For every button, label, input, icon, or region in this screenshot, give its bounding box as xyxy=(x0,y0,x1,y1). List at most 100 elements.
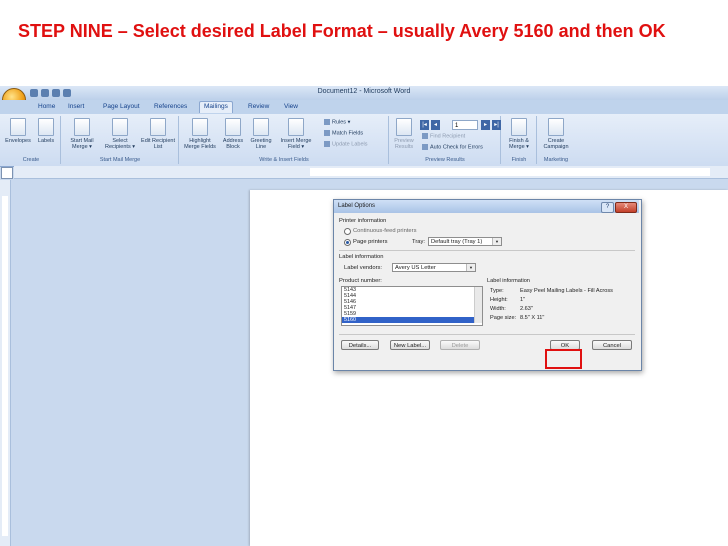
greeting-icon xyxy=(253,118,269,136)
printer-info-heading: Printer information xyxy=(339,218,387,224)
select-recipients-label: Select Recipients ▾ xyxy=(105,138,135,150)
next-record-icon[interactable]: ▸ xyxy=(481,120,490,130)
finish-merge-button[interactable]: Finish & Merge ▾ xyxy=(504,118,534,150)
edit-recipient-list-button[interactable]: Edit Recipient List xyxy=(140,118,176,150)
tab-view[interactable]: View xyxy=(284,103,298,110)
record-navigator: |◂ ◂ 1 ▸ ▸| xyxy=(420,120,501,132)
insert-merge-field-button[interactable]: Insert Merge Field ▾ xyxy=(276,118,316,150)
edit-list-icon xyxy=(150,118,166,136)
list-item-selected[interactable]: 5160 xyxy=(342,317,482,323)
record-number-field[interactable]: 1 xyxy=(452,120,478,130)
tab-insert[interactable]: Insert xyxy=(68,103,84,110)
type-value: Easy Peel Mailing Labels - Fill Across xyxy=(520,288,613,294)
edit-recipient-list-label: Edit Recipient List xyxy=(141,138,175,150)
ruler-margin xyxy=(2,196,8,536)
group-label: Preview Results xyxy=(425,157,465,163)
update-labels-label: Update Labels xyxy=(332,141,368,148)
match-fields-button[interactable]: Match Fields xyxy=(324,130,363,136)
check-errors-icon xyxy=(422,144,428,150)
tab-mailings[interactable]: Mailings xyxy=(199,101,233,113)
insert-merge-field-label: Insert Merge Field ▾ xyxy=(280,138,312,150)
dialog-title-bar: Label Options ? X xyxy=(334,200,639,213)
rules-button[interactable]: Rules ▾ xyxy=(324,119,350,125)
label-vendors-label: Label vendors: xyxy=(344,265,383,271)
labels-button[interactable]: Labels xyxy=(34,118,58,144)
tab-selector[interactable] xyxy=(1,167,13,179)
redo-icon[interactable] xyxy=(52,89,60,97)
continuous-label: Continuous-feed printers xyxy=(353,228,417,234)
page-size-label: Page size: xyxy=(490,315,517,321)
megaphone-icon xyxy=(548,118,564,136)
rules-icon xyxy=(324,119,330,125)
preview-results-button[interactable]: Preview Results xyxy=(390,118,418,150)
save-icon[interactable] xyxy=(30,89,38,97)
tab-review[interactable]: Review xyxy=(248,103,269,110)
title-bar: Document12 - Microsoft Word xyxy=(0,86,728,100)
labels-icon xyxy=(38,118,54,136)
find-recipient-label: Find Recipient xyxy=(430,133,466,140)
create-campaign-label: Create Campaign xyxy=(543,138,569,150)
tab-home[interactable]: Home xyxy=(38,103,55,110)
product-number-list[interactable]: 5143 5144 5146 5147 5159 5160 xyxy=(341,286,483,326)
type-label: Type: xyxy=(490,288,504,294)
divider xyxy=(339,334,635,335)
create-campaign-button[interactable]: Create Campaign xyxy=(540,118,572,150)
last-record-icon[interactable]: ▸| xyxy=(492,120,501,130)
address-block-button[interactable]: Address Block xyxy=(220,118,246,150)
update-labels-button[interactable]: Update Labels xyxy=(324,141,367,147)
undo-icon[interactable] xyxy=(41,89,49,97)
delete-button[interactable]: Delete xyxy=(440,340,480,350)
continuous-radio[interactable] xyxy=(344,228,351,235)
address-block-label: Address Block xyxy=(222,138,244,150)
vertical-ruler[interactable] xyxy=(0,180,11,546)
new-label-button[interactable]: New Label... xyxy=(390,340,430,350)
ribbon-tabs: Home Insert Page Layout References Maili… xyxy=(0,100,728,114)
envelopes-label: Envelopes xyxy=(5,138,31,144)
previous-record-icon[interactable]: ◂ xyxy=(431,120,440,130)
spelling-icon[interactable] xyxy=(63,89,71,97)
auto-check-button[interactable]: Auto Check for Errors xyxy=(422,144,483,150)
marketing-group: Create Campaign Marketing xyxy=(538,116,574,164)
highlight-icon xyxy=(192,118,208,136)
tab-page-layout[interactable]: Page Layout xyxy=(103,103,140,110)
finish-merge-label: Finish & Merge ▾ xyxy=(509,138,529,150)
page-printers-radio[interactable] xyxy=(344,239,351,246)
ribbon: Envelopes Labels Create Start Mail Merge… xyxy=(0,114,728,167)
document-icon xyxy=(74,118,90,136)
find-recipient-button[interactable]: Find Recipient xyxy=(422,133,465,139)
select-recipients-button[interactable]: Select Recipients ▾ xyxy=(102,118,138,150)
group-label: Create xyxy=(22,157,40,163)
product-number-label: Product number: xyxy=(339,278,382,284)
highlight-merge-fields-button[interactable]: Highlight Merge Fields xyxy=(182,118,218,150)
address-block-icon xyxy=(225,118,241,136)
close-icon[interactable]: X xyxy=(615,202,637,213)
ruler-margin xyxy=(310,168,710,176)
first-record-icon[interactable]: |◂ xyxy=(420,120,429,130)
label-info-heading: Label information xyxy=(339,254,384,260)
greeting-line-button[interactable]: Greeting Line xyxy=(248,118,274,150)
auto-check-label: Auto Check for Errors xyxy=(430,144,483,151)
start-mail-merge-group: Start Mail Merge ▾ Select Recipients ▾ E… xyxy=(62,116,179,164)
dialog-title: Label Options xyxy=(338,203,376,209)
details-button[interactable]: Details... xyxy=(341,340,379,350)
envelopes-button[interactable]: Envelopes xyxy=(4,118,32,144)
label-vendors-select[interactable]: Avery US Letter ▼ xyxy=(392,263,476,272)
match-fields-icon xyxy=(324,130,330,136)
tab-references[interactable]: References xyxy=(154,103,187,110)
help-icon[interactable]: ? xyxy=(601,202,614,213)
preview-results-label: Preview Results xyxy=(394,138,414,150)
list-scrollbar[interactable] xyxy=(474,287,482,323)
tray-label: Tray: xyxy=(412,239,425,245)
greeting-line-label: Greeting Line xyxy=(250,138,272,150)
tray-select[interactable]: Default tray (Tray 1) ▼ xyxy=(428,237,502,246)
label-vendors-value: Avery US Letter xyxy=(395,265,436,271)
divider xyxy=(339,250,635,251)
group-label: Finish xyxy=(511,157,527,163)
chevron-down-icon: ▼ xyxy=(466,264,475,271)
label-options-dialog: Label Options ? X Printer information Co… xyxy=(333,199,642,371)
horizontal-ruler[interactable] xyxy=(14,166,728,179)
start-mail-merge-label: Start Mail Merge ▾ xyxy=(70,138,94,150)
start-mail-merge-button[interactable]: Start Mail Merge ▾ xyxy=(64,118,100,150)
cancel-button[interactable]: Cancel xyxy=(592,340,632,350)
merge-field-icon xyxy=(288,118,304,136)
